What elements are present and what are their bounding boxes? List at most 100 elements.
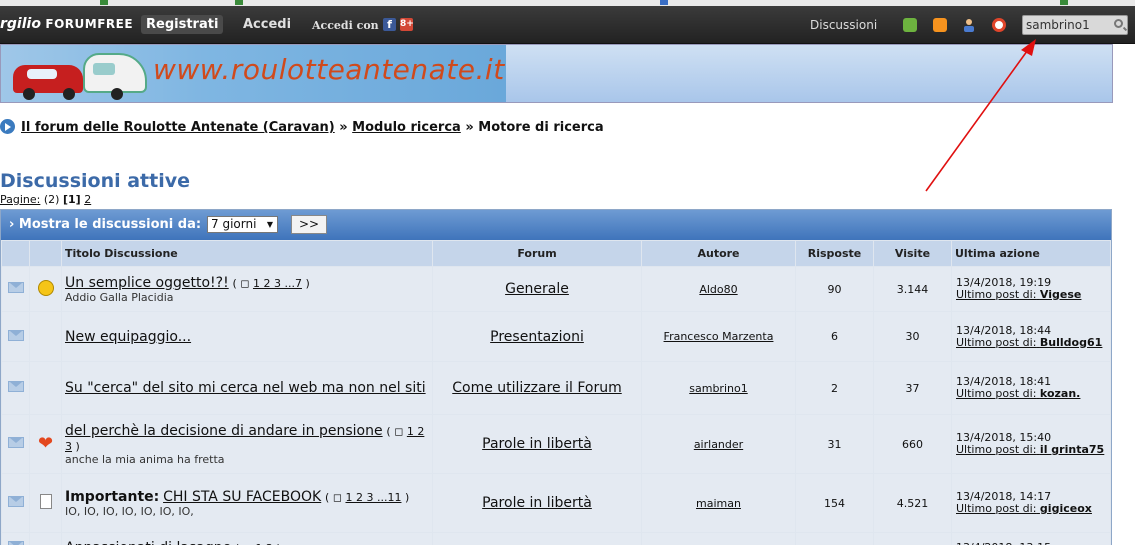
heart-icon: ❤ <box>37 433 54 454</box>
breadcrumb-search-module[interactable]: Modulo ricerca <box>352 120 461 135</box>
envelope-icon[interactable] <box>7 541 24 545</box>
author-link[interactable]: airlander <box>694 438 743 451</box>
new-posts-icon[interactable] <box>903 18 917 32</box>
table-row[interactable]: New equipaggio... Presentazioni Francesco … <box>2 312 1110 361</box>
document-icon <box>39 494 52 509</box>
pages-label[interactable]: Pagine: <box>0 193 40 206</box>
days-select[interactable]: 7 giorni <box>207 216 278 233</box>
last-post-label: Ultimo post di: <box>956 387 1037 400</box>
page-icon: ◻ <box>394 424 404 438</box>
strip-icon <box>660 0 668 5</box>
forum-link[interactable]: Parole in libertà <box>482 495 592 511</box>
facebook-icon[interactable]: f <box>383 18 396 31</box>
views-count: 30 <box>874 312 951 361</box>
replies-count: 31 <box>796 415 873 473</box>
thread-title-link[interactable]: New equipaggio... <box>65 329 191 345</box>
last-post-user-link[interactable]: gigiceox <box>1040 502 1092 515</box>
table-row[interactable]: ❤ del perchè la decisione di andare in pe… <box>2 415 1110 473</box>
strip-icon <box>235 0 243 5</box>
header-forum: Forum <box>433 241 641 266</box>
views-count <box>874 533 951 545</box>
last-post-user-link[interactable]: il grinta75 <box>1040 443 1104 456</box>
caravan-illustration <box>83 53 147 93</box>
discussions-grid: Titolo Discussione Forum Autore Risposte… <box>1 240 1111 545</box>
replies-count: 154 <box>796 474 873 532</box>
breadcrumb-arrow-icon <box>0 119 15 134</box>
replies-count: 2 <box>796 362 873 414</box>
discussions-link[interactable]: Discussioni <box>810 18 877 32</box>
header-author: Autore <box>642 241 795 266</box>
last-post-user-link[interactable]: kozan. <box>1040 387 1080 400</box>
forum-link[interactable]: Parole in libertà <box>482 436 592 452</box>
thread-subtitle: IO, IO, IO, IO, IO, IO, IO, <box>65 504 194 518</box>
forum-link[interactable]: Generale <box>505 281 569 297</box>
user-icon[interactable] <box>962 18 976 32</box>
site-logo[interactable]: www.roulotteantenate.it <box>1 45 506 102</box>
last-post-label: Ultimo post di: <box>956 443 1037 456</box>
search-input[interactable] <box>1026 17 1106 33</box>
views-count: 660 <box>874 415 951 473</box>
author-link[interactable]: sambrino1 <box>689 382 747 395</box>
author-link[interactable]: maiman <box>696 497 741 510</box>
forum-link[interactable]: Come utilizzare il Forum <box>452 380 621 396</box>
table-row[interactable]: Su "cerca" del sito mi cerca nel web ma … <box>2 362 1110 414</box>
search-box <box>1022 15 1128 35</box>
views-count: 3.144 <box>874 267 951 311</box>
replies-count <box>796 533 873 545</box>
thread-title-link[interactable]: del perchè la decisione di andare in pen… <box>65 423 383 439</box>
thread-title-link[interactable]: CHI STA SU FACEBOOK <box>163 489 321 505</box>
strip-icon <box>1060 0 1068 5</box>
replies-count: 6 <box>796 312 873 361</box>
views-count: 4.521 <box>874 474 951 532</box>
current-page: [1] <box>62 193 81 206</box>
author-link[interactable]: Aldo80 <box>699 283 737 296</box>
header-last-action: Ultima azione <box>952 241 1110 266</box>
envelope-icon[interactable] <box>7 329 24 341</box>
last-post-label: Ultimo post di: <box>956 502 1037 515</box>
last-post-label: Ultimo post di: <box>956 288 1037 301</box>
strip-icon <box>100 0 108 5</box>
page-2-link[interactable]: 2 <box>84 193 91 206</box>
top-navbar: rgilio FORUMFREE Registrati Accedi Acced… <box>0 6 1135 44</box>
filter-bar: › Mostra le discussioni da: 7 giorni >> <box>1 210 1111 240</box>
thread-title-link[interactable]: Appassionati di lasagne <box>65 540 231 545</box>
login-with-label: Accedi con <box>312 19 379 32</box>
replies-count: 90 <box>796 267 873 311</box>
help-lifebuoy-icon[interactable] <box>992 18 1006 32</box>
page-title: Discussioni attive <box>0 170 190 192</box>
envelope-icon[interactable] <box>7 282 24 293</box>
thread-subtitle: anche la mia anima ha fretta <box>65 452 225 466</box>
forum-banner: www.roulotteantenate.it <box>0 44 1113 103</box>
thread-pages-links[interactable]: 1 2 3 ...11 <box>345 491 401 504</box>
register-button[interactable]: Registrati <box>141 15 224 34</box>
last-post-user-link[interactable]: Vigese <box>1040 288 1081 301</box>
active-discussions-table: › Mostra le discussioni da: 7 giorni >> … <box>0 209 1112 545</box>
important-label: Importante: <box>65 488 160 505</box>
thread-title-link[interactable]: Un semplice oggetto!?! <box>65 275 229 291</box>
envelope-icon[interactable] <box>7 496 24 507</box>
google-plus-icon[interactable]: 8+ <box>400 18 414 31</box>
rss-icon[interactable] <box>933 18 947 32</box>
thread-pages-links[interactable]: 1 2 3 ...7 <box>253 277 302 290</box>
forum-link[interactable]: Presentazioni <box>490 329 584 345</box>
page-icon: ◻ <box>240 276 250 290</box>
filter-go-button[interactable]: >> <box>291 215 327 234</box>
forumfree-logo[interactable]: rgilio FORUMFREE <box>0 16 133 32</box>
envelope-icon[interactable] <box>7 437 24 448</box>
table-row[interactable]: Un semplice oggetto!?! ( ◻ 1 2 3 ...7 ) A… <box>2 267 1110 311</box>
envelope-icon[interactable] <box>7 381 24 392</box>
thread-subtitle: Addio Galla Placidia <box>65 290 174 304</box>
breadcrumb-forum-home[interactable]: Il forum delle Roulotte Antenate (Carava… <box>21 120 335 135</box>
search-icon[interactable] <box>1114 19 1123 28</box>
author-link[interactable]: Francesco Marzenta <box>664 330 774 343</box>
thread-title-link[interactable]: Su "cerca" del sito mi cerca nel web ma … <box>65 380 426 396</box>
header-views: Visite <box>874 241 951 266</box>
table-row[interactable]: Importante: CHI STA SU FACEBOOK ( ◻ 1 2 … <box>2 474 1110 532</box>
table-row[interactable]: Appassionati di lasagne ( ◻ 1 2 )13/4/20… <box>2 533 1110 545</box>
filter-label: › Mostra le discussioni da: <box>9 217 202 232</box>
last-post-user-link[interactable]: Bulldog61 <box>1040 336 1102 349</box>
sad-face-icon <box>37 279 54 296</box>
login-link[interactable]: Accedi <box>243 17 291 32</box>
header-replies: Risposte <box>796 241 873 266</box>
breadcrumb-current: Motore di ricerca <box>478 120 604 135</box>
